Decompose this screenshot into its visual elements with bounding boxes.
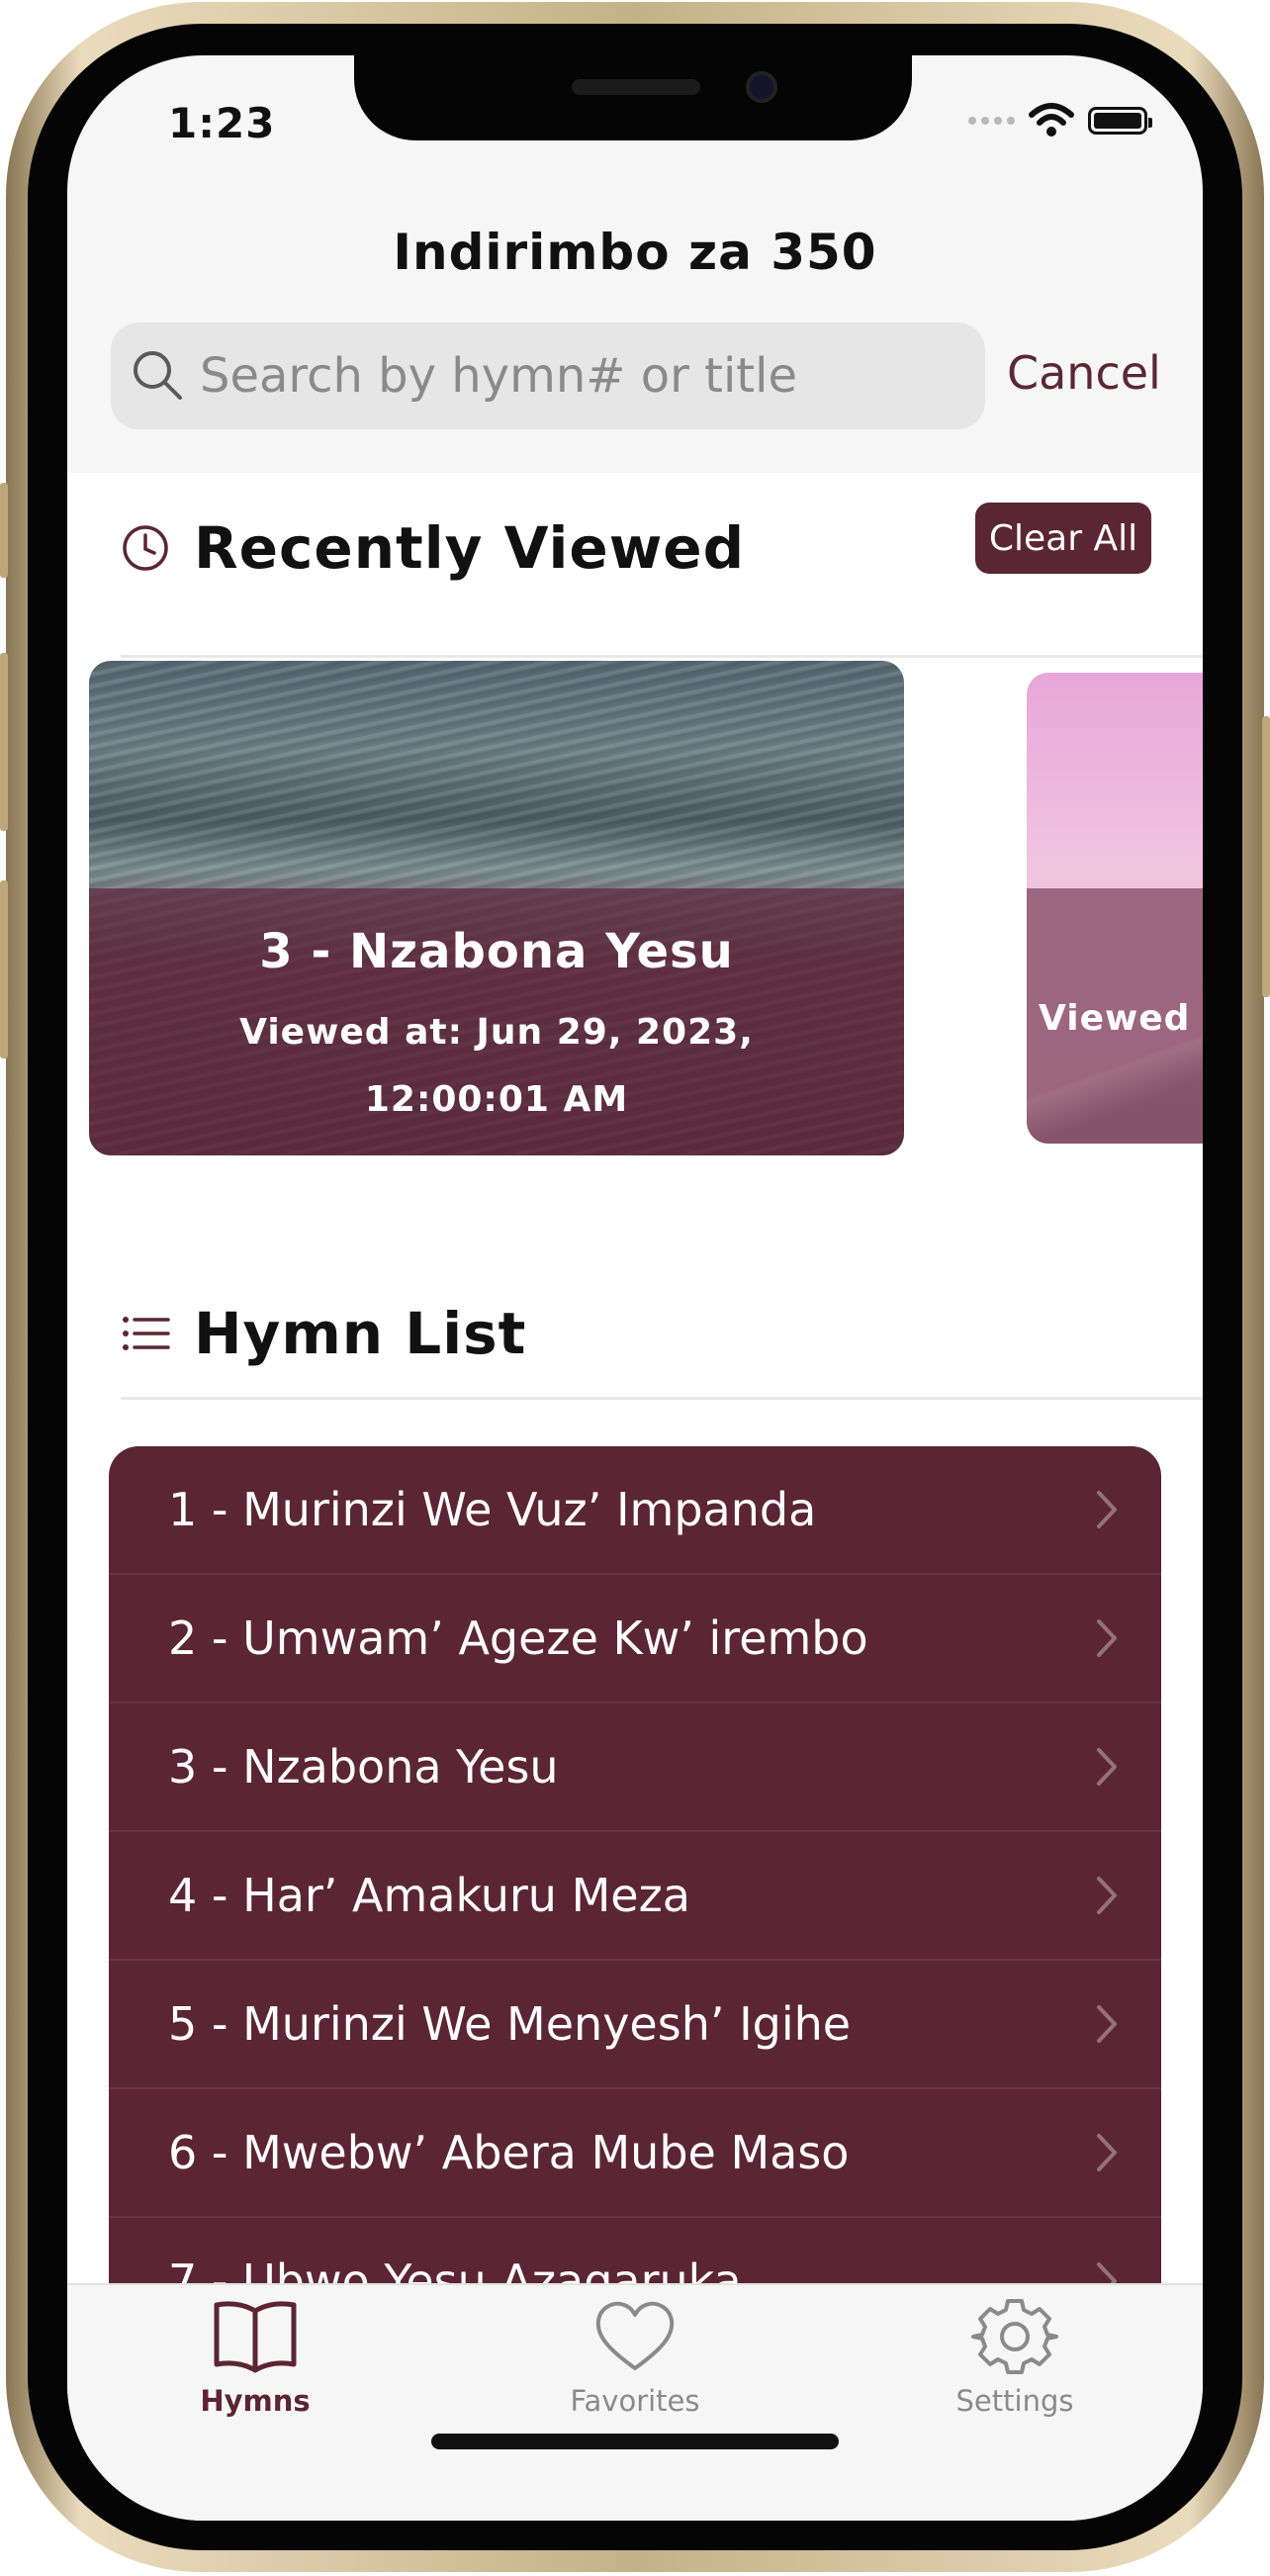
battery-icon — [1088, 107, 1152, 135]
hymn-row[interactable]: 6 - Mwebw’ Abera Mube Maso — [109, 2089, 1161, 2218]
section-divider — [121, 1397, 1203, 1400]
tab-hymns[interactable]: Hymns — [136, 2297, 374, 2418]
chevron-right-icon — [1097, 2262, 1117, 2283]
hymn-title: 5 - Murinzi We Menyesh’ Igihe — [168, 1997, 852, 2051]
status-time: 1:23 — [168, 99, 276, 147]
hymn-title: 2 - Umwam’ Ageze Kw’ irembo — [168, 1611, 868, 1665]
gear-icon — [971, 2299, 1058, 2374]
chevron-right-icon — [1097, 1491, 1117, 1528]
section-divider — [121, 655, 1203, 658]
recent-card[interactable]: 3 - Nzabona Yesu Viewed at: Jun 29, 2023… — [89, 661, 904, 1155]
search-icon — [134, 351, 182, 400]
chevron-right-icon — [1097, 2134, 1117, 2171]
clear-all-button[interactable]: Clear All — [975, 503, 1151, 574]
tab-label: Favorites — [570, 2384, 700, 2418]
hymn-row[interactable]: 1 - Murinzi We Vuz’ Impanda — [109, 1446, 1161, 1575]
page-title: Indirimbo za 350 — [393, 224, 877, 281]
tab-bar: Hymns Favorites Settings — [67, 2283, 1203, 2521]
home-indicator[interactable] — [431, 2434, 839, 2449]
book-icon — [214, 2301, 297, 2373]
card-overlay: 3 - Nzabona Yesu Viewed at: Jun 29, 2023… — [89, 888, 904, 1155]
hymn-row[interactable]: 5 - Murinzi We Menyesh’ Igihe — [109, 1961, 1161, 2089]
recently-viewed-header: Recently Viewed — [121, 514, 745, 582]
search-bar[interactable] — [111, 322, 985, 429]
speaker — [572, 79, 700, 95]
hymn-title: 4 - Har’ Amakuru Meza — [168, 1869, 690, 1922]
hymn-list-header: Hymn List — [121, 1300, 526, 1367]
card-title: 3 - Nzabona Yesu — [259, 924, 734, 979]
chevron-right-icon — [1097, 2005, 1117, 2043]
tab-label: Settings — [955, 2384, 1074, 2418]
volume-down-button — [0, 880, 8, 1058]
hymn-title: 3 - Nzabona Yesu — [168, 1740, 559, 1794]
heart-icon — [595, 2301, 675, 2370]
hymn-row[interactable]: 3 - Nzabona Yesu — [109, 1703, 1161, 1832]
search-input[interactable] — [198, 347, 953, 405]
hymn-title: 7 - Ubwo Yesu Azagaruka — [168, 2254, 742, 2283]
hymn-row[interactable]: 7 - Ubwo Yesu Azagaruka — [109, 2218, 1161, 2283]
tab-settings[interactable]: Settings — [896, 2297, 1134, 2418]
notch — [354, 55, 912, 140]
volume-up-button — [0, 653, 8, 831]
app-screen: 1:23 Indirimbo za 350 Cancel Recently Vi… — [67, 55, 1203, 2521]
hymn-row[interactable]: 2 - Umwam’ Ageze Kw’ irembo — [109, 1575, 1161, 1703]
status-icons — [968, 103, 1152, 138]
hymn-row[interactable]: 4 - Har’ Amakuru Meza — [109, 1832, 1161, 1961]
front-camera — [746, 71, 777, 103]
hymn-list-title: Hymn List — [194, 1300, 527, 1367]
power-button — [1262, 716, 1270, 997]
chevron-right-icon — [1097, 1619, 1117, 1657]
list-icon — [123, 1317, 170, 1350]
mute-switch — [0, 483, 8, 578]
tab-favorites[interactable]: Favorites — [516, 2297, 754, 2418]
wifi-icon — [1029, 103, 1074, 137]
cancel-button[interactable]: Cancel — [1007, 346, 1161, 400]
recent-card[interactable]: Viewed — [1027, 673, 1203, 1144]
tab-label: Hymns — [200, 2384, 311, 2418]
hymn-title: 1 - Murinzi We Vuz’ Impanda — [168, 1483, 817, 1536]
hymn-title: 6 - Mwebw’ Abera Mube Maso — [168, 2126, 850, 2179]
chevron-right-icon — [1097, 1877, 1117, 1914]
main-content: Recently Viewed Clear All 3 - Nzabona Ye… — [67, 473, 1203, 2283]
chevron-right-icon — [1097, 1748, 1117, 1786]
recently-viewed-title: Recently Viewed — [194, 514, 746, 582]
cellular-signal-icon — [968, 117, 1015, 125]
card-overlay: Viewed — [1027, 888, 1203, 1144]
card-viewed-at: Viewed — [1039, 998, 1191, 1039]
card-viewed-at: Viewed at: Jun 29, 2023, 12:00:01 AM — [239, 1012, 754, 1120]
clock-icon — [123, 525, 168, 571]
hymn-list: 1 - Murinzi We Vuz’ Impanda 2 - Umwam’ A… — [109, 1446, 1161, 2283]
